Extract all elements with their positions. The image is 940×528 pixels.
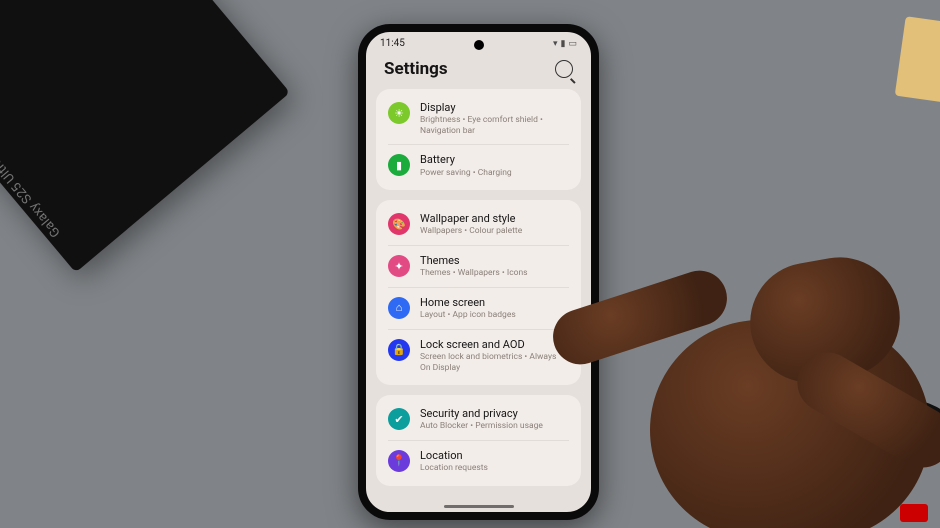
- front-camera-icon: [474, 40, 484, 50]
- settings-item-subtitle: Layout • App icon badges: [420, 310, 569, 321]
- gesture-bar: [444, 505, 514, 508]
- settings-item-label: Lock screen and AOD: [420, 338, 569, 351]
- brush-icon: ✦: [388, 255, 410, 277]
- settings-item[interactable]: ⌂ Home screenLayout • App icon badges: [376, 288, 581, 329]
- settings-item-label: Security and privacy: [420, 407, 569, 420]
- signal-icon: ▮: [561, 39, 566, 49]
- settings-item[interactable]: ☀ DisplayBrightness • Eye comfort shield …: [376, 93, 581, 144]
- status-time: 11:45: [380, 38, 405, 49]
- wood-prop: [895, 16, 940, 104]
- phone-frame: 11:45 ▾ ▮ ▭ Settings ☀ DisplayBrightness …: [358, 24, 599, 520]
- status-icons: ▾ ▮ ▭: [553, 39, 577, 49]
- settings-group: ☀ DisplayBrightness • Eye comfort shield …: [376, 89, 581, 190]
- product-box-label: Galaxy S25 Ultra: [0, 154, 64, 240]
- settings-group: 🎨 Wallpaper and styleWallpapers • Colour …: [376, 200, 581, 385]
- page-title: Settings: [384, 59, 448, 79]
- settings-item-label: Location: [420, 449, 569, 462]
- product-box: Galaxy S25 Ultra: [0, 0, 290, 273]
- settings-item-label: Display: [420, 101, 569, 114]
- settings-group: ✔ Security and privacyAuto Blocker • Perm…: [376, 395, 581, 486]
- sun-icon: ☀: [388, 102, 410, 124]
- settings-item-label: Wallpaper and style: [420, 212, 569, 225]
- settings-item-subtitle: Power saving • Charging: [420, 168, 569, 179]
- shield-icon: ✔: [388, 408, 410, 430]
- photo-scene: Galaxy S25 Ultra 11:45 ▾ ▮ ▭ Settings ☀ D…: [0, 0, 940, 528]
- settings-item-subtitle: Brightness • Eye comfort shield • Naviga…: [420, 115, 569, 136]
- settings-item-subtitle: Wallpapers • Colour palette: [420, 226, 569, 237]
- settings-item-subtitle: Auto Blocker • Permission usage: [420, 421, 569, 432]
- pin-icon: 📍: [388, 450, 410, 472]
- settings-item[interactable]: 📍 LocationLocation requests: [376, 441, 581, 482]
- battery-icon-status: ▭: [568, 39, 577, 49]
- palette-icon: 🎨: [388, 213, 410, 235]
- battery-icon: ▮: [388, 154, 410, 176]
- search-icon[interactable]: [555, 60, 573, 78]
- home-icon: ⌂: [388, 297, 410, 319]
- settings-item[interactable]: ▮ Battery Power saving • Charging: [376, 145, 581, 186]
- settings-item[interactable]: ✦ ThemesThemes • Wallpapers • Icons: [376, 246, 581, 287]
- settings-item-label: Themes: [420, 254, 569, 267]
- settings-item-subtitle: Themes • Wallpapers • Icons: [420, 268, 569, 279]
- settings-item-subtitle: Location requests: [420, 463, 569, 474]
- settings-item-label: Battery: [420, 153, 569, 166]
- header: Settings: [366, 51, 591, 89]
- settings-item[interactable]: 🔒 Lock screen and AODScreen lock and biom…: [376, 330, 581, 381]
- settings-item-label: Home screen: [420, 296, 569, 309]
- wifi-icon: ▾: [553, 39, 558, 49]
- watermark: [900, 504, 928, 522]
- settings-item[interactable]: 🎨 Wallpaper and styleWallpapers • Colour …: [376, 204, 581, 245]
- lock-icon: 🔒: [388, 339, 410, 361]
- settings-item-subtitle: Screen lock and biometrics • Always On D…: [420, 352, 569, 373]
- settings-item[interactable]: ✔ Security and privacyAuto Blocker • Perm…: [376, 399, 581, 440]
- settings-list[interactable]: ☀ DisplayBrightness • Eye comfort shield …: [366, 89, 591, 489]
